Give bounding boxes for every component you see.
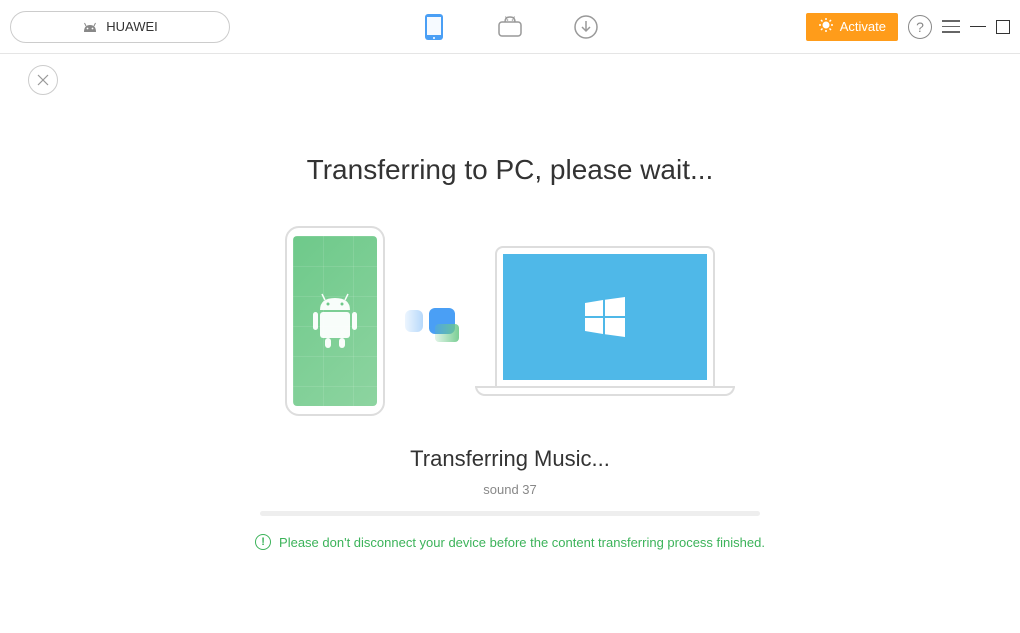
close-button[interactable] (28, 65, 58, 95)
toolbar: HUAWEI (0, 0, 1020, 54)
progress-bar (260, 511, 760, 516)
windows-icon (581, 293, 629, 341)
activate-button[interactable]: Activate (806, 13, 898, 41)
warning-icon: ! (255, 534, 271, 550)
laptop-device-graphic (475, 246, 735, 396)
minimize-icon[interactable] (970, 26, 986, 28)
warning-message: ! Please don't disconnect your device be… (0, 534, 1020, 550)
phone-tab-icon[interactable] (420, 13, 448, 41)
toolbar-right: Activate ? (806, 13, 1010, 41)
device-name: HUAWEI (106, 19, 158, 34)
device-selector[interactable]: HUAWEI (10, 11, 230, 43)
activate-label: Activate (840, 19, 886, 34)
current-file-name: sound 37 (0, 482, 1020, 497)
help-icon[interactable]: ? (908, 15, 932, 39)
menu-icon[interactable] (942, 20, 960, 33)
phone-device-graphic (285, 226, 385, 416)
maximize-icon[interactable] (996, 20, 1010, 34)
main-content: Transferring to PC, please wait... (0, 54, 1020, 550)
incoming-data-animation (435, 324, 459, 342)
download-icon[interactable] (572, 13, 600, 41)
sun-icon (818, 17, 834, 36)
android-manager-icon[interactable] (496, 13, 524, 41)
page-title: Transferring to PC, please wait... (0, 154, 1020, 186)
toolbar-center-icons (420, 13, 600, 41)
transfer-illustration (0, 226, 1020, 416)
warning-text: Please don't disconnect your device befo… (279, 535, 765, 550)
android-robot-icon (310, 292, 360, 350)
transfer-status: Transferring Music... (0, 446, 1020, 472)
android-icon (82, 22, 98, 32)
